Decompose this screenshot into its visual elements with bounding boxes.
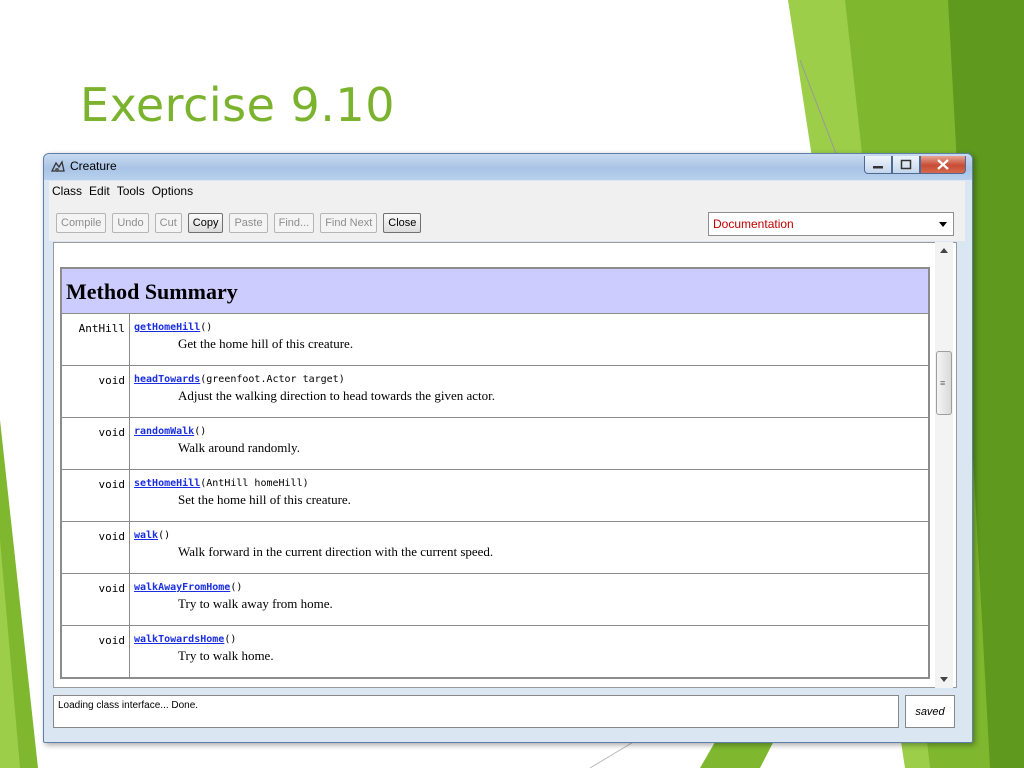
editor-window: Creature Class Edit Tools Options Compil… [43, 153, 973, 743]
method-description: Set the home hill of this creature. [178, 492, 351, 507]
method-params: () [200, 322, 213, 333]
menu-bar: Class Edit Tools Options [49, 181, 965, 201]
maximize-icon [900, 159, 912, 170]
view-select-value: Documentation [713, 217, 794, 231]
method-cell: setHomeHill(AntHill homeHill) Set the hom… [130, 470, 928, 521]
method-return-type: void [62, 522, 130, 573]
method-link[interactable]: randomWalk [134, 426, 194, 437]
method-signature: walkAwayFromHome() [134, 582, 928, 593]
minimize-icon [873, 166, 883, 169]
method-row: void walkAwayFromHome() Try to walk away f… [62, 573, 928, 625]
toolbar: Compile Undo Cut Copy Paste Find... Find… [49, 201, 965, 241]
method-cell: randomWalk() Walk around randomly. [130, 418, 928, 469]
method-summary-table: Method Summary AntHill getHomeHill() Get t… [60, 267, 930, 679]
method-row: void headTowards(greenfoot.Actor target) A… [62, 365, 928, 417]
close-button[interactable]: Close [383, 213, 422, 233]
method-params: () [158, 530, 171, 541]
method-params: (AntHill homeHill) [200, 478, 309, 489]
method-row: void setHomeHill(AntHill homeHill) Set the… [62, 469, 928, 521]
grip-icon: ≡ [940, 378, 946, 388]
method-link[interactable]: setHomeHill [134, 478, 200, 489]
find-button[interactable]: Find... [273, 213, 315, 233]
method-description: Try to walk home. [178, 648, 274, 663]
vertical-scrollbar[interactable]: ≡ [935, 242, 953, 688]
saved-indicator: saved [905, 695, 955, 728]
method-summary-heading: Method Summary [62, 269, 928, 314]
undo-button[interactable]: Undo [112, 213, 149, 233]
method-return-type: void [62, 574, 130, 625]
method-link[interactable]: walkAwayFromHome [134, 582, 230, 593]
compile-button[interactable]: Compile [56, 213, 107, 233]
window-controls [864, 156, 966, 174]
menu-class[interactable]: Class [49, 184, 86, 198]
method-params: (greenfoot.Actor target) [200, 374, 345, 385]
title-bar[interactable]: Creature [44, 154, 972, 180]
method-link[interactable]: headTowards [134, 374, 200, 385]
method-signature: getHomeHill() [134, 322, 928, 333]
menu-edit[interactable]: Edit [86, 184, 114, 198]
close-icon [937, 159, 949, 170]
method-return-type: void [62, 470, 130, 521]
method-row: void randomWalk() Walk around randomly. [62, 417, 928, 469]
copy-button[interactable]: Copy [187, 213, 224, 233]
method-return-type: AntHill [62, 314, 130, 365]
method-return-type: void [62, 366, 130, 417]
method-link[interactable]: walk [134, 530, 158, 541]
method-cell: walk() Walk forward in the current direct… [130, 522, 928, 573]
method-row: AntHill getHomeHill() Get the home hill of… [62, 314, 928, 365]
method-description: Adjust the walking direction to head tow… [178, 388, 495, 403]
maximize-button[interactable] [892, 156, 920, 174]
greenfoot-app-icon [50, 160, 65, 172]
method-description: Walk around randomly. [178, 440, 300, 455]
find-next-button[interactable]: Find Next [320, 213, 378, 233]
method-link[interactable]: getHomeHill [134, 322, 200, 333]
scroll-thumb[interactable]: ≡ [936, 351, 952, 415]
method-description: Get the home hill of this creature. [178, 336, 354, 351]
minimize-button[interactable] [864, 156, 892, 174]
view-select[interactable]: Documentation [708, 212, 954, 236]
method-params: () [224, 634, 237, 645]
method-signature: setHomeHill(AntHill homeHill) [134, 478, 928, 489]
menu-options[interactable]: Options [149, 184, 197, 198]
method-signature: randomWalk() [134, 426, 928, 437]
method-row: void walkTowardsHome() Try to walk home. [62, 625, 928, 677]
method-cell: walkTowardsHome() Try to walk home. [130, 626, 928, 677]
method-params: () [230, 582, 243, 593]
scroll-up-icon[interactable] [940, 248, 948, 253]
cut-button[interactable]: Cut [154, 213, 182, 233]
scroll-down-icon[interactable] [940, 677, 948, 682]
method-row: void walk() Walk forward in the current di… [62, 521, 928, 573]
method-description: Walk forward in the current direction wi… [178, 544, 494, 559]
close-window-button[interactable] [920, 156, 966, 174]
method-params: () [194, 426, 207, 437]
method-signature: walkTowardsHome() [134, 634, 928, 645]
method-cell: headTowards(greenfoot.Actor target) Adjus… [130, 366, 928, 417]
method-cell: walkAwayFromHome() Try to walk away from … [130, 574, 928, 625]
window-title: Creature [70, 159, 117, 173]
method-return-type: void [62, 626, 130, 677]
paste-button[interactable]: Paste [229, 213, 268, 233]
method-cell: getHomeHill() Get the home hill of this c… [130, 314, 928, 365]
status-message: Loading class interface... Done. [53, 695, 899, 728]
method-return-type: void [62, 418, 130, 469]
documentation-pane[interactable]: Method Summary AntHill getHomeHill() Get t… [53, 242, 957, 688]
method-signature: walk() [134, 530, 928, 541]
menu-tools[interactable]: Tools [114, 184, 149, 198]
chevron-down-icon [939, 222, 947, 227]
method-signature: headTowards(greenfoot.Actor target) [134, 374, 928, 385]
method-description: Try to walk away from home. [178, 596, 333, 611]
method-link[interactable]: walkTowardsHome [134, 634, 224, 645]
slide-title: Exercise 9.10 [80, 78, 395, 132]
